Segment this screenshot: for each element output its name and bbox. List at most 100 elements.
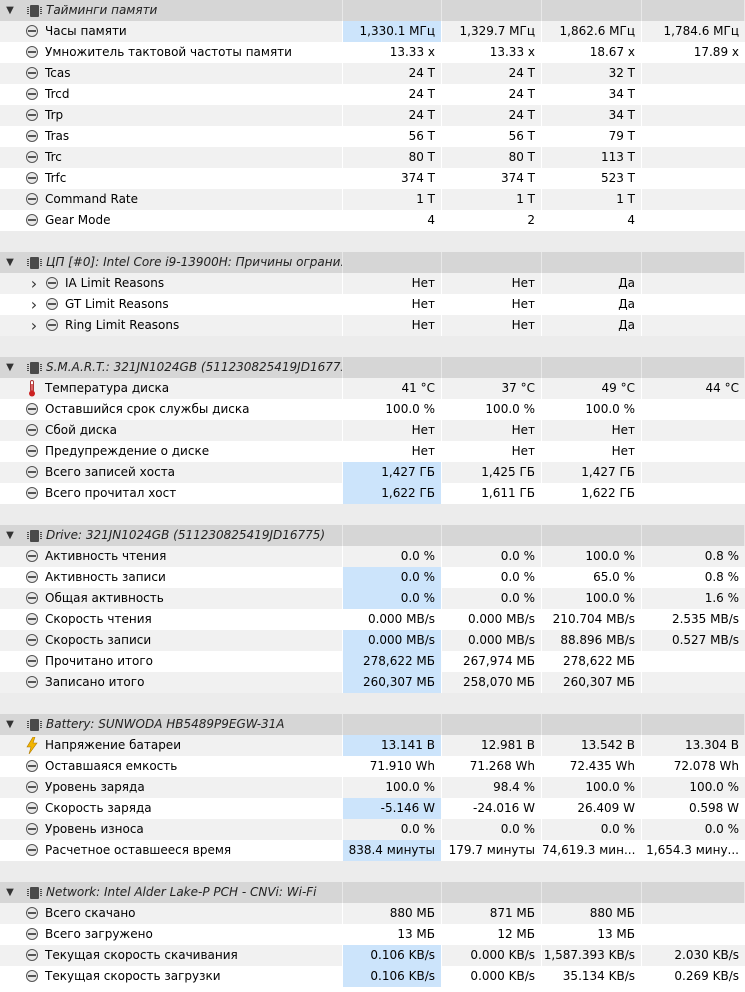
group-header[interactable]: ▼ S.M.A.R.T.: 321JN1024GB (511230825419JD… <box>0 357 745 378</box>
sensor-row[interactable]: Command Rate 1 T1 T1 T <box>0 189 745 210</box>
max-value: 79 T <box>542 126 642 147</box>
sensor-row[interactable]: Скорость заряда -5.146 W -24.016 W 26.409 W… <box>0 798 745 819</box>
sensor-row[interactable]: Умножитель тактовой частоты памяти 13.33 … <box>0 42 745 63</box>
sensor-row[interactable]: Напряжение батареи 13.141 В 12.981 В 13.542… <box>0 735 745 756</box>
group-spacer <box>0 504 745 525</box>
sensor-row[interactable]: Часы памяти 1,330.1 МГц 1,329.7 МГц 1,862.6… <box>0 21 745 42</box>
sensor-label-cell: Tcas <box>0 63 343 84</box>
sensor-row[interactable]: Сбой диска Нет Нет Нет <box>0 420 745 441</box>
sensor-row[interactable]: Оставшаяся емкость 71.910 Wh 71.268 Wh 72.4… <box>0 756 745 777</box>
gauge-icon <box>26 949 38 961</box>
sensor-row[interactable]: Уровень заряда 100.0 % 98.4 % 100.0 % 100.0 … <box>0 777 745 798</box>
group-spacer <box>0 693 745 714</box>
collapse-toggle-icon[interactable]: ▼ <box>4 357 16 378</box>
avg-value: 0.8 % <box>704 549 739 563</box>
sensor-row[interactable]: Прочитано итого 278,622 МБ 267,974 МБ 278,6… <box>0 651 745 672</box>
collapse-toggle-icon[interactable]: ▼ <box>4 525 16 546</box>
sensor-row[interactable]: Текущая скорость загрузки 0.106 KB/s 0.000… <box>0 966 745 987</box>
sensor-row[interactable]: Tcas 24 T 24 T 32 T <box>0 63 745 84</box>
current-value: 24 T <box>343 84 442 105</box>
sensor-row[interactable]: Скорость записи 0.000 MB/s 0.000 MB/s 88.89… <box>0 630 745 651</box>
sensor-row[interactable]: Активность чтения 0.0 % 0.0 % 100.0 % 0.8 % <box>0 546 745 567</box>
current-value: Нет <box>343 420 442 441</box>
sensor-label-cell: Всего загружено <box>0 924 343 945</box>
sensor-label: Trp <box>45 108 64 122</box>
sensor-row[interactable]: Trfc 374 T 374 T 523 T <box>0 168 745 189</box>
sensor-row[interactable]: Trc 80 T 80 T 113 T <box>0 147 745 168</box>
sensor-label-cell: Сбой диска <box>0 420 343 441</box>
expand-chevron-icon[interactable]: › <box>29 315 39 336</box>
current-value: 374 T <box>343 168 442 189</box>
chip-icon <box>27 887 42 899</box>
min-value: 12 МБ <box>442 924 542 945</box>
sensor-row[interactable]: Trp 24 T 24 T 34 T <box>0 105 745 126</box>
header-cell <box>542 714 642 735</box>
current-value: 0.106 KB/s <box>343 966 442 987</box>
sensor-label-cell: Всего прочитал хост <box>0 483 343 504</box>
sensor-label-cell: Умножитель тактовой частоты памяти <box>0 42 343 63</box>
max-value: 49 °C <box>542 378 642 399</box>
collapse-toggle-icon[interactable]: ▼ <box>4 252 16 273</box>
group-header[interactable]: ▼ Drive: 321JN1024GB (511230825419JD16775… <box>0 525 745 546</box>
header-cell <box>442 0 542 21</box>
sensor-label-cell: Напряжение батареи <box>0 735 343 756</box>
sensor-row[interactable]: Всего прочитал хост 1,622 ГБ 1,611 ГБ 1,622… <box>0 483 745 504</box>
sensor-row[interactable]: Trcd 24 T 24 T 34 T <box>0 84 745 105</box>
sensor-row[interactable]: Текущая скорость скачивания 0.106 KB/s 0.0… <box>0 945 745 966</box>
min-value: 12.981 В <box>442 735 542 756</box>
min-value: 1 T <box>442 189 542 210</box>
max-value: 880 МБ <box>542 903 642 924</box>
sensor-row[interactable]: › Ring Limit Reasons Нет Нет Да <box>0 315 745 336</box>
header-cell <box>343 714 442 735</box>
sensor-row[interactable]: Записано итого 260,307 МБ 258,070 МБ 260,30… <box>0 672 745 693</box>
avg-value <box>642 63 745 84</box>
collapse-toggle-icon[interactable]: ▼ <box>4 882 16 903</box>
sensor-label: Уровень износа <box>45 822 144 836</box>
group-header[interactable]: ▼ Battery: SUNWODA HB5489P9EGW-31A <box>0 714 745 735</box>
gauge-icon <box>26 844 38 856</box>
min-value: 1,329.7 МГц <box>442 21 542 42</box>
sensor-row[interactable]: Всего скачано 880 МБ 871 МБ 880 МБ <box>0 903 745 924</box>
sensor-row[interactable]: Активность записи 0.0 % 0.0 % 65.0 % 0.8 % <box>0 567 745 588</box>
sensor-row[interactable]: Температура диска 41 °C 37 °C 49 °C 44 °C <box>0 378 745 399</box>
sensor-row[interactable]: Предупреждение о диске Нет Нет Нет <box>0 441 745 462</box>
sensor-label: Оставшаяся емкость <box>45 759 178 773</box>
sensor-row[interactable]: Оставшийся срок службы диска 100.0 % 100.0… <box>0 399 745 420</box>
sensor-label-cell: Trc <box>0 147 343 168</box>
sensor-row[interactable]: › IA Limit Reasons Нет Нет Да <box>0 273 745 294</box>
sensor-row[interactable]: Уровень износа 0.0 % 0.0 % 0.0 % 0.0 % <box>0 819 745 840</box>
avg-value <box>642 105 745 126</box>
gauge-icon <box>26 823 38 835</box>
group-header[interactable]: ▼ Тайминги памяти <box>0 0 745 21</box>
sensor-label: Всего загружено <box>45 927 153 941</box>
current-value: 1,427 ГБ <box>343 462 442 483</box>
min-value: 0.0 % <box>442 588 542 609</box>
gauge-icon <box>26 634 38 646</box>
expand-chevron-icon[interactable]: › <box>29 273 39 294</box>
sensor-row[interactable]: Всего записей хоста 1,427 ГБ 1,425 ГБ 1,427… <box>0 462 745 483</box>
expand-chevron-icon[interactable]: › <box>29 294 39 315</box>
group-header[interactable]: ▼ ЦП [#0]: Intel Core i9-13900H: Причины … <box>0 252 745 273</box>
sensor-row[interactable]: Общая активность 0.0 % 0.0 % 100.0 % 1.6 % <box>0 588 745 609</box>
sensor-row[interactable]: › GT Limit Reasons Нет Нет Да <box>0 294 745 315</box>
min-value: 24 T <box>442 105 542 126</box>
thermometer-icon <box>29 380 35 397</box>
sensor-row[interactable]: Всего загружено 13 МБ 12 МБ 13 МБ <box>0 924 745 945</box>
chip-icon <box>27 5 42 17</box>
sensor-label: Записано итого <box>45 675 145 689</box>
group-header[interactable]: ▼ Network: Intel Alder Lake-P PCH - CNVi:… <box>0 882 745 903</box>
gauge-icon <box>26 193 38 205</box>
gauge-icon <box>26 655 38 667</box>
current-value: 71.910 Wh <box>343 756 442 777</box>
collapse-toggle-icon[interactable]: ▼ <box>4 0 16 21</box>
sensor-row[interactable]: Tras 56 T 56 T 79 T <box>0 126 745 147</box>
avg-value: 0.269 KB/s <box>674 969 739 983</box>
sensor-row[interactable]: Gear Mode 4 2 4 <box>0 210 745 231</box>
current-value: Нет <box>343 294 442 315</box>
max-value: 35.134 KB/s <box>542 966 642 987</box>
sensor-row[interactable]: Расчетное оставшееся время 838.4 минуты 17… <box>0 840 745 861</box>
sensor-table: ▼ Тайминги памяти Часы памяти 1,330.1 МГц 1,… <box>0 0 745 987</box>
sensor-row[interactable]: Скорость чтения 0.000 MB/s 0.000 MB/s 210.7… <box>0 609 745 630</box>
collapse-toggle-icon[interactable]: ▼ <box>4 714 16 735</box>
avg-value <box>642 420 745 441</box>
